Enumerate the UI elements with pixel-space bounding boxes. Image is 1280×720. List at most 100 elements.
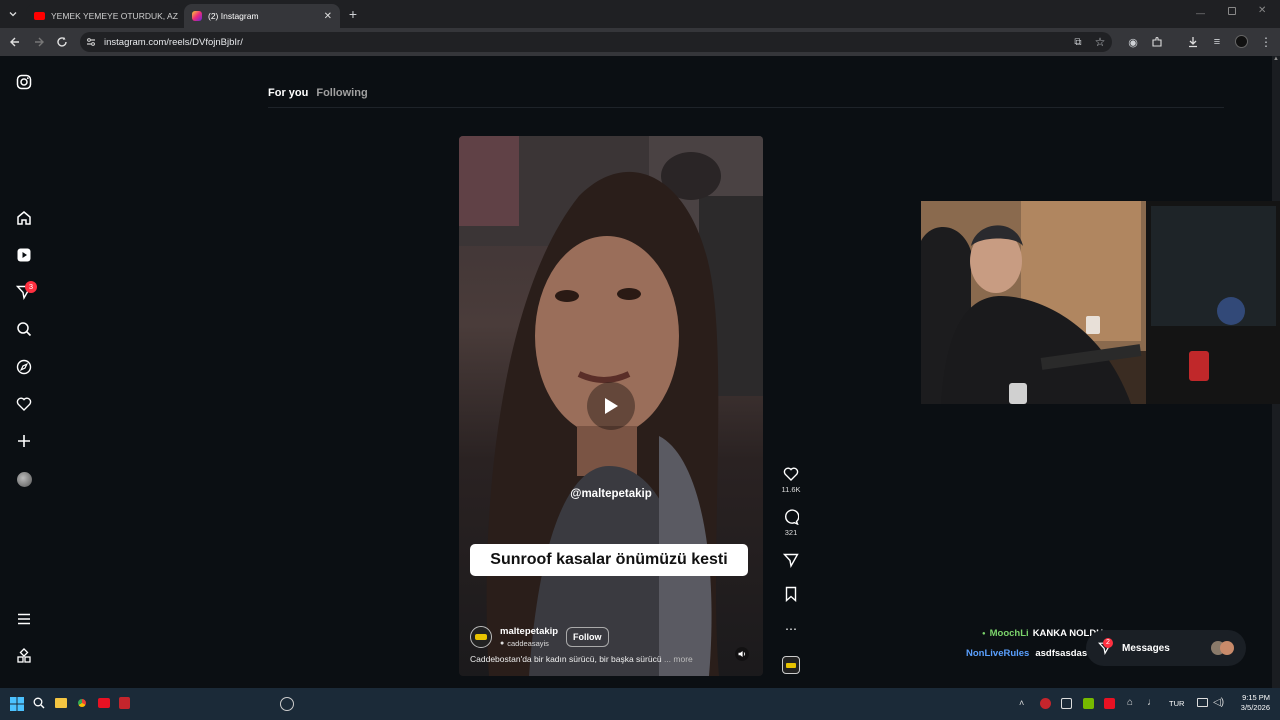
network-icon[interactable] — [1197, 698, 1208, 707]
share-action[interactable] — [782, 552, 800, 568]
youtube-icon — [34, 12, 45, 20]
site-info-icon[interactable] — [86, 37, 96, 47]
reels-icon[interactable] — [14, 245, 34, 265]
browser-tab-youtube[interactable]: YEMEK YEMEYE OTURDUK, AZ ✕ — [26, 4, 182, 28]
show-hidden-icons-chevron[interactable]: ˄ — [1019, 698, 1024, 708]
browser-menu-icon[interactable]: ⋮ — [1257, 33, 1275, 51]
like-heart-icon[interactable] — [783, 466, 799, 482]
volume-icon[interactable]: ◁) — [1213, 697, 1224, 708]
extension-camera-icon[interactable]: ◉ — [1124, 33, 1142, 51]
taskbar-app-red-icon[interactable] — [98, 698, 110, 708]
taskbar-app-icon[interactable] — [119, 697, 130, 709]
close-window-icon[interactable]: ✕ — [1258, 5, 1266, 16]
follow-button[interactable]: Follow — [566, 627, 609, 647]
minimize-icon[interactable]: — — [1196, 8, 1205, 18]
restore-icon[interactable] — [1228, 7, 1236, 15]
forward-arrow-icon[interactable] — [30, 33, 48, 51]
chat-message-1: ● MoochLi KANKA NOLDU — [982, 628, 1103, 639]
audio-thumbnail[interactable] — [782, 656, 800, 674]
like-action[interactable]: 11.6K — [781, 466, 801, 494]
instagram-favicon-icon — [192, 11, 202, 21]
play-icon — [605, 398, 618, 414]
taskbar-search-icon[interactable] — [33, 697, 45, 709]
nvidia-icon[interactable] — [1083, 698, 1094, 709]
clock-date: 3/5/2026 — [1240, 703, 1270, 712]
file-explorer-icon[interactable] — [55, 698, 67, 708]
chrome-icon[interactable] — [76, 697, 88, 709]
mute-button[interactable] — [735, 647, 749, 661]
bookmark-star-icon[interactable]: ☆ — [1091, 33, 1109, 51]
reel-video[interactable]: @maltepetakip Sunroof kasalar önümüzü ke… — [459, 136, 763, 676]
comment-action[interactable]: 321 — [782, 509, 800, 537]
feed-divider — [268, 107, 1224, 108]
speaker-icon — [738, 651, 746, 657]
chat-dot-icon: ● — [982, 630, 986, 637]
taskbar-widget-icon[interactable] — [280, 697, 294, 711]
bookmark-icon[interactable] — [783, 586, 799, 602]
browser-tab-instagram[interactable]: (2) Instagram ✕ — [184, 4, 340, 28]
start-windows-icon[interactable] — [10, 697, 24, 711]
save-action[interactable] — [782, 586, 800, 602]
language-indicator[interactable]: TUR — [1169, 699, 1184, 708]
like-count: 11.6K — [781, 485, 801, 494]
explore-compass-icon[interactable] — [14, 357, 34, 377]
microphone-icon[interactable]: ♩ — [1147, 697, 1157, 708]
instagram-logo-icon[interactable] — [14, 72, 34, 92]
comment-icon[interactable] — [783, 509, 799, 525]
audio-attribution[interactable]: ● caddeasayis — [500, 639, 549, 648]
play-button[interactable] — [587, 382, 635, 430]
extensions-puzzle-icon[interactable] — [1148, 33, 1166, 51]
clock-time: 9:15 PM — [1242, 693, 1270, 702]
address-bar[interactable]: instagram.com/reels/DVfojnBjbIr/ — [80, 32, 1112, 52]
downloads-icon[interactable] — [1184, 33, 1202, 51]
also-from-meta-icon[interactable] — [14, 646, 34, 666]
author-avatar[interactable] — [470, 626, 492, 648]
author-username[interactable]: maltepetakip — [500, 626, 558, 637]
create-plus-icon[interactable] — [14, 431, 34, 451]
notifications-heart-icon[interactable] — [14, 394, 34, 414]
messages-avatars — [1211, 641, 1234, 655]
webcam-frame — [921, 201, 1280, 404]
more-options-icon[interactable]: ⋯ — [782, 622, 800, 636]
webcam-overlay — [921, 201, 1280, 404]
new-tab-icon[interactable]: + — [344, 5, 362, 23]
tray-display-icon[interactable] — [1061, 698, 1072, 709]
comment-count: 321 — [784, 528, 798, 537]
messages-badge: 2 — [1103, 638, 1113, 648]
more-link[interactable]: ... more — [664, 654, 693, 664]
tab-for-you[interactable]: For you — [268, 87, 308, 99]
media-controls-icon[interactable]: ≡ — [1208, 33, 1226, 51]
home-icon[interactable] — [14, 208, 34, 228]
profile-avatar-icon[interactable] — [14, 469, 34, 489]
tab-list-chevron-icon[interactable] — [4, 5, 22, 23]
chat-username: MoochLi — [989, 628, 1029, 639]
more-menu-icon[interactable] — [14, 609, 34, 629]
feed-tabs: For you Following — [268, 87, 368, 99]
tab-title: (2) Instagram — [208, 11, 259, 21]
description-text: Caddebostan'da bir kadın sürücü, bir baş… — [470, 654, 662, 664]
usb-icon[interactable]: ⌂ — [1127, 697, 1133, 708]
caption-banner: Sunroof kasalar önümüzü kesti — [470, 544, 748, 576]
tab-title: YEMEK YEMEYE OTURDUK, AZ — [51, 11, 178, 21]
video-watermark: @maltepetakip — [570, 488, 652, 500]
audio-name: caddeasayis — [507, 639, 549, 648]
reel-description: Caddebostan'da bir kadın sürücü, bir baş… — [470, 654, 693, 664]
share-send-icon[interactable] — [783, 552, 799, 568]
install-app-icon[interactable]: ⧉ — [1069, 33, 1087, 51]
tab-following[interactable]: Following — [316, 87, 367, 99]
tray-red-app-icon[interactable] — [1104, 698, 1115, 709]
search-icon[interactable] — [14, 319, 34, 339]
chat-username: NonLiveRules — [966, 648, 1030, 659]
url-text: instagram.com/reels/DVfojnBjbIr/ — [104, 36, 243, 48]
close-tab-icon[interactable]: ✕ — [324, 11, 332, 22]
reload-icon[interactable] — [53, 33, 71, 51]
tray-app-icon[interactable] — [1040, 698, 1051, 709]
person-icon: ● — [500, 640, 505, 647]
chat-message-2: NonLiveRules asdfsasdasf — [966, 648, 1090, 659]
messages-button[interactable]: Messages — [1086, 630, 1246, 666]
profile-avatar[interactable] — [1235, 35, 1248, 48]
chat-text: asdfsasdasf — [1035, 648, 1091, 659]
back-arrow-icon[interactable] — [6, 33, 24, 51]
messages-label: Messages — [1122, 642, 1170, 654]
clock[interactable]: 9:15 PM 3/5/2026 — [1232, 693, 1270, 713]
